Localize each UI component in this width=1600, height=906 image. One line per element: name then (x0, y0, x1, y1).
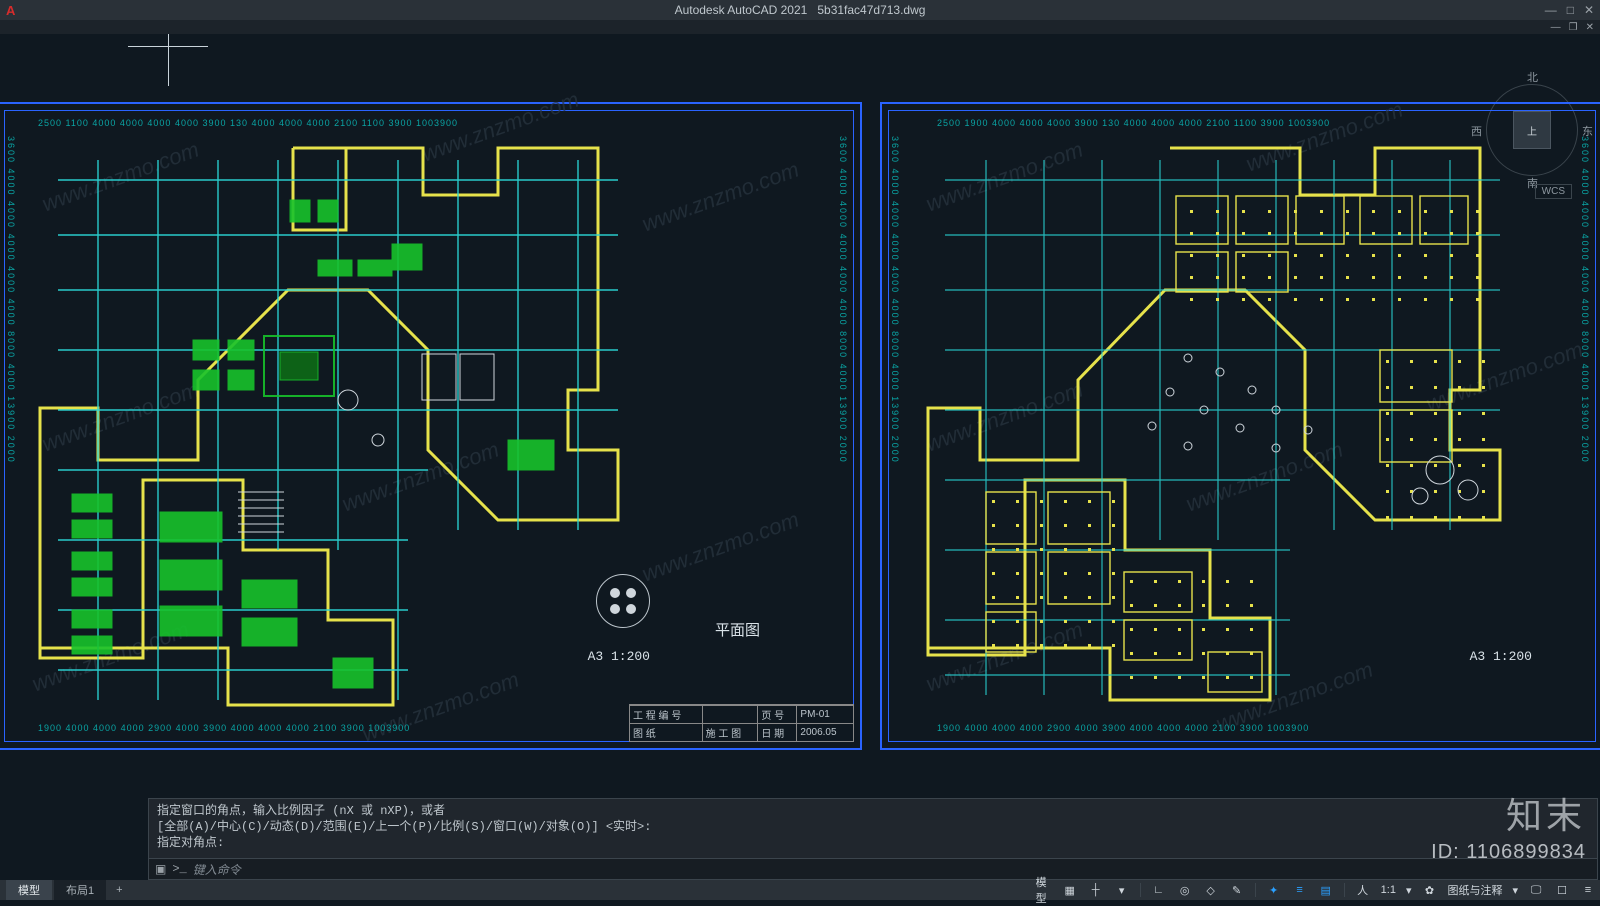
status-bar: 模型 ▦ ┼ ▾ ∟ ◎ ◇ ✎ ✦ ≡ ▤ 人 1:1 ▾ ✿ 图纸与注释 ▾ 🖵… (1036, 880, 1596, 900)
status-model-button[interactable]: 模型 (1036, 882, 1052, 898)
pen-icon[interactable]: ✎ (1229, 882, 1245, 898)
command-chevron-icon: ▣ (155, 862, 166, 877)
osnap-icon[interactable]: ◇ (1203, 882, 1219, 898)
command-placeholder: 键入命令 (193, 861, 241, 878)
scale-label-left: A3 1:200 (588, 649, 650, 664)
doc-minimize-icon[interactable]: — (1551, 22, 1561, 33)
dimension-col-left: 3600 4000 4000 4000 4000 4000 8000 4000 … (6, 136, 16, 464)
app-logo: A (6, 3, 15, 18)
gear-icon[interactable]: ✿ (1421, 882, 1437, 898)
grid-icon[interactable]: ▦ (1062, 882, 1078, 898)
titlebar-text: Autodesk AutoCAD 2021 5b31fac47d713.dwg (675, 3, 926, 17)
floor-plan-left (28, 140, 648, 710)
workspace-label[interactable]: 图纸与注释 (1447, 882, 1502, 898)
dimension-row-bottom: 1900 4000 4000 4000 2900 4000 3900 4000 … (937, 723, 1309, 733)
close-icon[interactable]: ✕ (1584, 3, 1594, 17)
command-history: 指定窗口的角点，输入比例因子 (nX 或 nXP)，或者 [全部(A)/中心(C… (149, 799, 1597, 855)
monitor-icon[interactable]: 🖵 (1528, 882, 1544, 898)
ceiling-plan-right (920, 140, 1530, 710)
chevron-down-icon[interactable]: ▾ (1406, 884, 1412, 897)
minimize-icon[interactable]: — (1545, 3, 1557, 17)
viewcube-north[interactable]: 北 (1527, 69, 1538, 85)
doc-restore-icon[interactable]: ❐ (1569, 22, 1578, 33)
sheet-frame-right: www.znzmo.com www.znzmo.com www.znzmo.co… (880, 102, 1600, 750)
ortho-icon[interactable]: ∟ (1151, 882, 1167, 898)
command-input[interactable]: ▣ >_ 键入命令 (149, 858, 1597, 879)
dimension-row-top: 2500 1900 4000 4000 4000 3900 130 4000 4… (937, 118, 1330, 128)
人-icon[interactable]: 人 (1355, 882, 1371, 898)
chevron-down-icon[interactable]: ▾ (1114, 882, 1130, 898)
titleblock: 工 程 编 号页 号PM-01 图 纸施 工 图日 期2006.05 (629, 704, 854, 742)
tab-add-button[interactable]: + (108, 882, 130, 898)
drawing-canvas[interactable]: 北 南 西 东 上 WCS www.znzmo.com www.znzmo.co… (0, 34, 1600, 778)
sheet-frame-left: www.znzmo.com www.znzmo.com www.znzmo.co… (0, 102, 862, 750)
maximize-icon[interactable]: □ (1567, 3, 1574, 17)
lineweight-icon[interactable]: ≡ (1292, 882, 1308, 898)
dimension-col-left: 3600 4000 4000 4000 4000 4000 8000 4000 … (890, 136, 900, 464)
dimension-row-top: 2500 1100 4000 4000 4000 4000 3900 130 4… (38, 118, 458, 128)
menu-icon[interactable]: ≡ (1580, 882, 1596, 898)
titlebar: A Autodesk AutoCAD 2021 5b31fac47d713.dw… (0, 0, 1600, 20)
dimension-col-right: 3600 4000 4000 4000 4000 4000 8000 4000 … (1580, 136, 1590, 464)
tab-layout1[interactable]: 布局1 (54, 880, 106, 900)
chevron-down-icon[interactable]: ▾ (1512, 884, 1518, 897)
box-icon[interactable]: ☐ (1554, 882, 1570, 898)
north-arrow (596, 574, 650, 628)
scale-label-right: A3 1:200 (1470, 649, 1532, 664)
dimension-col-right: 3600 4000 4000 4000 4000 4000 8000 4000 … (838, 136, 848, 464)
tab-model[interactable]: 模型 (6, 880, 52, 900)
anno-scale[interactable]: 1:1 (1381, 884, 1396, 896)
command-prompt-icon: >_ (172, 862, 186, 876)
snap-icon[interactable]: ┼ (1088, 882, 1104, 898)
transparency-icon[interactable]: ▤ (1318, 882, 1334, 898)
polar-icon[interactable]: ◎ (1177, 882, 1193, 898)
command-window[interactable]: 指定窗口的角点，输入比例因子 (nX 或 nXP)，或者 [全部(A)/中心(C… (148, 798, 1598, 880)
doc-window-controls: — ❐ ✕ (0, 20, 1600, 34)
doc-close-icon[interactable]: ✕ (1586, 22, 1594, 33)
sheet-title: 平面图 (715, 619, 760, 640)
dimension-row-bottom: 1900 4000 4000 4000 2900 4000 3900 4000 … (38, 723, 410, 733)
compass-icon[interactable]: ✦ (1266, 882, 1282, 898)
